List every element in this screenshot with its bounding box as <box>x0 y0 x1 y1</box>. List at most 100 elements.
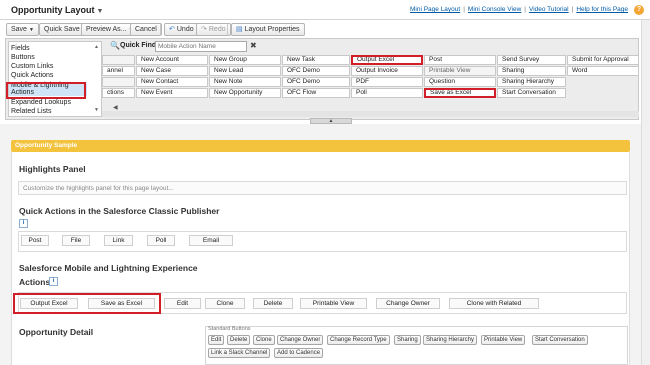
separator: | <box>524 6 526 13</box>
highlights-panel-box[interactable]: Customize the highlights panel for this … <box>18 181 627 195</box>
standard-button-delete[interactable]: Delete <box>227 335 251 345</box>
action-poll[interactable]: Poll <box>147 235 175 246</box>
highlights-placeholder: Customize the highlights panel for this … <box>23 185 174 192</box>
quick-save-button[interactable]: Quick Save <box>39 23 85 36</box>
standard-button-start-conversation[interactable]: Start Conversation <box>532 335 588 345</box>
palette-item-new-contact[interactable]: New Contact <box>136 77 208 87</box>
palette-item-new-lead[interactable]: New Lead <box>209 66 281 76</box>
palette-item-new-opportunity[interactable]: New Opportunity <box>209 88 281 98</box>
info-icon[interactable]: i <box>19 219 28 228</box>
action-change-owner[interactable]: Change Owner <box>376 298 440 309</box>
layout-properties-label: Layout Properties <box>244 26 300 33</box>
action-edit[interactable]: Edit <box>164 298 201 309</box>
palette-item-new-account[interactable]: New Account <box>136 55 208 65</box>
standard-button-clone[interactable]: Clone <box>253 335 275 345</box>
palette-item-ofc-demo[interactable]: OFC Demo <box>282 66 350 76</box>
page-layout-name: Opportunity Layout <box>11 5 95 15</box>
mobile-lightning-title: Salesforce Mobile and Lightning Experien… <box>19 263 198 273</box>
layout-properties-button[interactable]: ▤ Layout Properties <box>231 23 305 36</box>
palette-item-poll[interactable]: Poll <box>351 88 423 98</box>
standard-button-sharing[interactable]: Sharing <box>394 335 421 345</box>
palette-item-printable-view[interactable]: Printable View <box>424 66 496 76</box>
header-links: Mini Page Layout | Mini Console View | Video… <box>410 6 628 13</box>
classic-publisher-title: Quick Actions in the Salesforce Classic … <box>19 206 220 216</box>
save-button[interactable]: Save ▼ <box>6 23 39 36</box>
category-expanded-lookups[interactable]: Expanded Lookups <box>11 99 71 106</box>
palette-item-new-event[interactable]: New Event <box>136 88 208 98</box>
palette-item-sharing-hierarchy[interactable]: Sharing Hierarchy <box>497 77 566 87</box>
undo-label: Undo <box>176 26 194 33</box>
scroll-up-icon[interactable]: ▲ <box>94 44 99 50</box>
opportunity-detail-title: Opportunity Detail <box>19 327 94 337</box>
palette-item-ofc-demo[interactable]: OFC Demo <box>282 77 350 87</box>
palette-item-pdf[interactable]: PDF <box>351 77 423 87</box>
standard-button-edit[interactable]: Edit <box>208 335 225 345</box>
toolbar-divider <box>160 24 161 36</box>
mini-page-layout-link[interactable]: Mini Page Layout <box>410 6 460 13</box>
cancel-button[interactable]: Cancel <box>130 23 162 36</box>
chevron-down-icon: ▼ <box>28 27 34 33</box>
palette-item-send-survey[interactable]: Send Survey <box>497 55 566 65</box>
standard-button-change-owner[interactable]: Change Owner <box>277 335 324 345</box>
help-for-this-page-link[interactable]: Help for this Page <box>576 6 628 13</box>
palette-item-submit-for-approval[interactable]: Submit for Approval <box>567 55 639 65</box>
separator: | <box>463 6 465 13</box>
standard-button-change-record-type[interactable]: Change Record Type <box>327 335 390 345</box>
page-layout-title[interactable]: Opportunity Layout ▼ <box>11 5 103 15</box>
action-clone-with-related[interactable]: Clone with Related <box>449 298 539 309</box>
category-quick-actions[interactable]: Quick Actions <box>11 72 53 79</box>
action-post[interactable]: Post <box>21 235 49 246</box>
category-fields[interactable]: Fields <box>11 45 30 52</box>
palette-item-word[interactable]: Word <box>567 66 639 76</box>
category-related-lists[interactable]: Related Lists <box>11 108 51 115</box>
palette-item[interactable] <box>102 77 135 87</box>
action-file[interactable]: File <box>62 235 90 246</box>
action-link[interactable]: Link <box>104 235 133 246</box>
palette-item-slack-channel[interactable]: annel <box>102 66 135 76</box>
clear-icon[interactable]: ✖ <box>250 41 257 50</box>
quick-find-input[interactable] <box>155 41 247 52</box>
scroll-down-icon[interactable]: ▼ <box>94 107 99 113</box>
layout-properties-icon: ▤ <box>236 26 243 33</box>
standard-button-sharing-hierarchy[interactable]: Sharing Hierarchy <box>423 335 478 345</box>
category-custom-links[interactable]: Custom Links <box>11 63 53 70</box>
palette-item-new-group[interactable]: New Group <box>209 55 281 65</box>
palette-horizontal-scrollbar[interactable] <box>102 111 639 117</box>
palette-item-output-excel[interactable]: Output Excel <box>351 55 423 65</box>
category-buttons[interactable]: Buttons <box>11 54 35 61</box>
action-printable-view[interactable]: Printable View <box>300 298 367 309</box>
highlight-box <box>13 293 161 314</box>
palette-item-ofc-flow[interactable]: OFC Flow <box>282 88 350 98</box>
info-icon[interactable]: i <box>49 277 58 286</box>
palette-item-new-case[interactable]: New Case <box>136 66 208 76</box>
palette-item-save-as-excel[interactable]: Save as Excel <box>424 88 496 98</box>
sample-header-bar: Opportunity Sample <box>11 140 630 152</box>
palette-item-start-conversation[interactable]: Start Conversation <box>497 88 566 98</box>
standard-button-add-to-cadence[interactable]: Add to Cadence <box>274 348 324 358</box>
action-clone[interactable]: Clone <box>205 298 245 309</box>
redo-icon: ↷ <box>201 26 207 33</box>
palette-item-sharing[interactable]: Sharing <box>497 66 566 76</box>
undo-icon: ↶ <box>169 26 175 33</box>
palette-item-output-invoice[interactable]: Output Invoice <box>351 66 423 76</box>
chevron-down-icon[interactable]: ▼ <box>97 8 104 15</box>
palette-item-post[interactable]: Post <box>424 55 496 65</box>
page-vertical-scrollbar[interactable] <box>641 20 650 365</box>
action-email[interactable]: Email <box>189 235 233 246</box>
standard-button-printable-view[interactable]: Printable View <box>481 335 526 345</box>
palette-item-new-note[interactable]: New Note <box>209 77 281 87</box>
scroll-left-icon[interactable]: ◀ <box>113 104 118 111</box>
action-delete[interactable]: Delete <box>253 298 293 309</box>
redo-button[interactable]: ↷ Redo <box>196 23 231 36</box>
mini-console-view-link[interactable]: Mini Console View <box>468 6 521 13</box>
help-icon[interactable]: ? <box>634 5 644 15</box>
palette-item-new-task[interactable]: New Task <box>282 55 350 65</box>
undo-button[interactable]: ↶ Undo <box>164 23 199 36</box>
standard-buttons-area <box>205 326 628 365</box>
standard-button-link-a-slack-channel[interactable]: Link a Slack Channel <box>208 348 271 358</box>
palette-item-actions[interactable]: ctions <box>102 88 135 98</box>
video-tutorial-link[interactable]: Video Tutorial <box>529 6 569 13</box>
palette-item-question[interactable]: Question <box>424 77 496 87</box>
palette-item[interactable] <box>102 55 135 65</box>
highlights-panel-title: Highlights Panel <box>19 164 86 174</box>
